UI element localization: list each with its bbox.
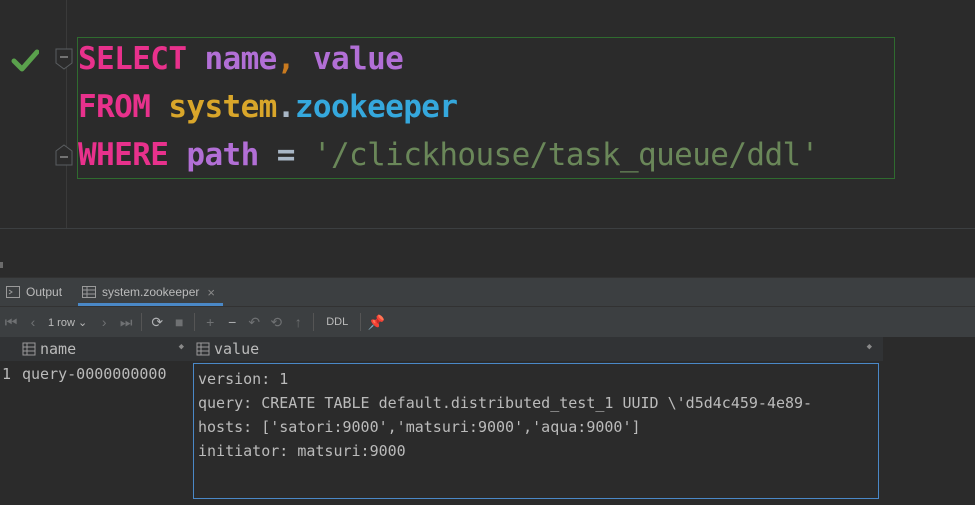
- cell-name[interactable]: query-0000000000: [22, 365, 167, 383]
- submit-icon[interactable]: ↑: [287, 314, 309, 330]
- toolbar-separator: [360, 313, 362, 331]
- code-token: path: [186, 137, 259, 173]
- delete-row-icon[interactable]: −: [221, 314, 243, 330]
- code-line[interactable]: WHERE path = '/clickhouse/task_queue/ddl…: [78, 135, 819, 175]
- ddl-button[interactable]: DDL: [326, 316, 348, 328]
- sql-editor[interactable]: SELECT name, value FROM system.zookeeper…: [0, 0, 975, 228]
- gutter-divider: [66, 0, 67, 228]
- cell-value-editor[interactable]: version: 1 query: CREATE TABLE default.d…: [193, 363, 879, 499]
- value-line: hosts: ['satori:9000','matsuri:9000','aq…: [198, 418, 641, 436]
- splitter-grip[interactable]: [0, 262, 3, 268]
- code-token: value: [312, 41, 404, 77]
- revert-icon[interactable]: ↶: [243, 314, 265, 331]
- column-header-label: name: [40, 340, 77, 358]
- tab-output-label: Output: [26, 285, 63, 299]
- grid-empty-area: [883, 337, 975, 505]
- refresh-icon[interactable]: ⟳: [146, 314, 168, 331]
- code-token: zookeeper: [294, 89, 458, 125]
- tab-system-zookeeper-label: system.zookeeper: [102, 285, 200, 299]
- chevron-down-icon: ⌄: [77, 316, 88, 329]
- code-token: FROM: [78, 89, 151, 125]
- stop-icon[interactable]: ■: [168, 314, 190, 330]
- code-token: name: [204, 41, 277, 77]
- code-token: ,: [276, 41, 296, 77]
- splitter[interactable]: [0, 228, 975, 256]
- column-header-name[interactable]: name ◆: [22, 337, 188, 361]
- pin-icon[interactable]: 📌: [365, 314, 387, 331]
- value-line: version: 1: [198, 370, 289, 388]
- results-toolbar: ⏮ ‹ 1 row ⌄ › ⏭ ⟳ ■ + − ↶ ⟲ ↑ DDL 📌: [0, 306, 975, 337]
- sort-icon[interactable]: ◆: [179, 342, 184, 352]
- previous-page-icon[interactable]: ‹: [22, 314, 44, 330]
- check-icon: [11, 49, 39, 72]
- fold-end-icon[interactable]: [55, 144, 73, 166]
- column-icon: [196, 342, 210, 356]
- code-line[interactable]: FROM system.zookeeper: [78, 87, 458, 127]
- column-header-label: value: [214, 340, 260, 358]
- revert-all-icon[interactable]: ⟲: [265, 314, 287, 331]
- grid-header: name ◆ value ◆: [0, 337, 883, 361]
- tab-output[interactable]: Output: [6, 278, 62, 306]
- rows-label: 1 row: [48, 316, 75, 329]
- code-token: .: [276, 89, 296, 125]
- value-line: query: CREATE TABLE default.distributed_…: [198, 394, 813, 412]
- tab-system-zookeeper[interactable]: system.zookeeper ×: [78, 278, 223, 306]
- code-token: '/clickhouse/task_queue/ddl': [312, 137, 819, 173]
- output-icon: [6, 286, 20, 298]
- table-icon: [82, 286, 96, 298]
- next-page-icon[interactable]: ›: [93, 314, 115, 330]
- row-number: 1: [2, 365, 12, 383]
- toolbar-separator: [141, 313, 143, 331]
- toolbar-separator: [194, 313, 196, 331]
- results-grid: name ◆ value ◆ 1 query-0000000000 versio…: [0, 337, 975, 505]
- code-token: =: [258, 137, 313, 173]
- column-header-value[interactable]: value ◆: [196, 337, 876, 361]
- code-token: WHERE: [78, 137, 169, 173]
- add-row-icon[interactable]: +: [199, 314, 221, 330]
- sort-icon[interactable]: ◆: [867, 342, 872, 352]
- code-line[interactable]: SELECT name, value: [78, 39, 404, 79]
- close-icon[interactable]: ×: [207, 285, 215, 300]
- fold-start-icon[interactable]: [55, 48, 73, 70]
- results-tabbar: Output system.zookeeper ×: [0, 277, 975, 306]
- toolbar-separator: [313, 313, 315, 331]
- column-icon: [22, 342, 36, 356]
- last-page-icon[interactable]: ⏭: [115, 314, 137, 331]
- first-page-icon[interactable]: ⏮: [0, 314, 22, 331]
- rows-dropdown[interactable]: 1 row ⌄: [48, 316, 87, 329]
- code-token: system: [168, 89, 277, 125]
- value-line: initiator: matsuri:9000: [198, 442, 406, 460]
- code-token: SELECT: [78, 41, 187, 77]
